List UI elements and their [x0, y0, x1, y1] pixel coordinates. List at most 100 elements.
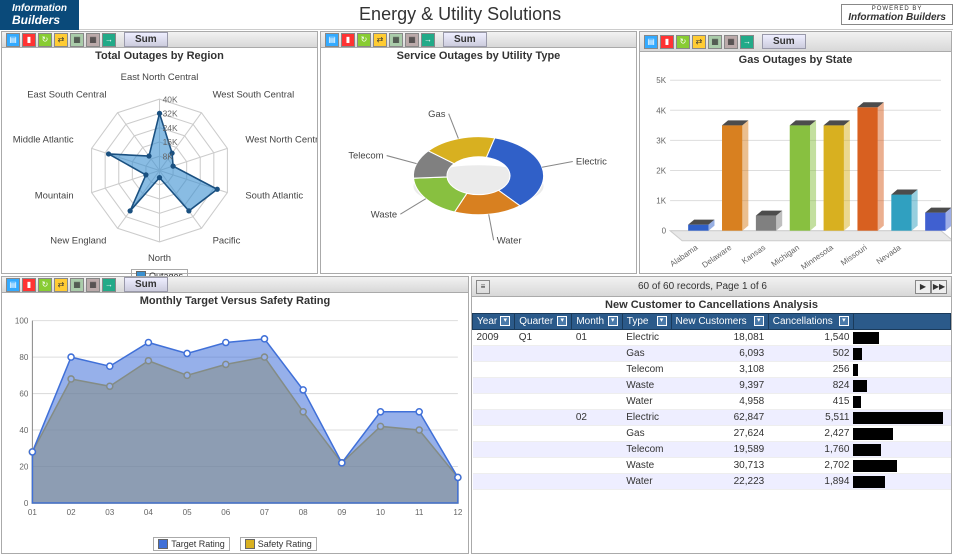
filter-icon[interactable]: ▾ — [839, 316, 849, 326]
svg-text:Nevada: Nevada — [875, 243, 903, 267]
table-row[interactable]: Waste30,7132,702 — [473, 458, 951, 474]
svg-text:West South Central: West South Central — [213, 89, 295, 100]
svg-text:09: 09 — [337, 508, 347, 517]
pager-text: 60 of 60 records, Page 1 of 6 — [490, 281, 915, 292]
column-header[interactable]: Type▾ — [622, 314, 671, 330]
svg-text:40K: 40K — [163, 94, 178, 104]
grid-icon[interactable]: ▦ — [70, 33, 84, 47]
svg-text:0: 0 — [662, 227, 667, 236]
refresh-icon[interactable]: ↻ — [38, 278, 52, 292]
svg-text:Gas: Gas — [428, 109, 446, 120]
grid-icon[interactable]: ▦ — [389, 33, 403, 47]
table-row[interactable]: Water22,2231,894 — [473, 474, 951, 490]
grid2-icon[interactable]: ▦ — [405, 33, 419, 47]
grid-icon[interactable]: ▦ — [70, 278, 84, 292]
grid2-icon[interactable]: ▦ — [86, 278, 100, 292]
powered-brand: Information Builders — [848, 12, 946, 23]
refresh-icon[interactable]: ↻ — [676, 35, 690, 49]
chart-title: Gas Outages by State — [640, 52, 951, 68]
top-row: ▤ ▮ ↻ ⇄ ▦ ▦ → Sum Total Outages by Regio… — [0, 30, 953, 275]
svg-text:02: 02 — [67, 508, 77, 517]
svg-text:Pacific: Pacific — [213, 236, 241, 247]
export-icon[interactable]: → — [421, 33, 435, 47]
refresh-icon[interactable]: ↻ — [38, 33, 52, 47]
svg-text:Waste: Waste — [371, 209, 397, 220]
table-row[interactable]: Gas27,6242,427 — [473, 426, 951, 442]
panel-region-outages: ▤ ▮ ↻ ⇄ ▦ ▦ → Sum Total Outages by Regio… — [1, 31, 318, 274]
panel-toolbar: ▤ ▮ ↻ ⇄ ▦ ▦ → Sum — [640, 32, 951, 52]
aggregate-selector[interactable]: Sum — [762, 34, 806, 49]
bars-icon[interactable]: ▮ — [660, 35, 674, 49]
svg-text:North: North — [148, 253, 171, 264]
table-row[interactable]: 02Electric62,8475,511 — [473, 410, 951, 426]
table-row[interactable]: Telecom19,5891,760 — [473, 442, 951, 458]
next-page-button[interactable]: ▶ — [915, 280, 931, 294]
column-header[interactable]: Year▾ — [473, 314, 515, 330]
aggregate-selector[interactable]: Sum — [443, 32, 487, 47]
swap-icon[interactable]: ⇄ — [54, 33, 68, 47]
table-row[interactable]: Telecom3,108256 — [473, 362, 951, 378]
svg-text:Michigan: Michigan — [770, 243, 801, 269]
svg-text:10: 10 — [376, 508, 386, 517]
bar-chart: 01K2K3K4K5KAlabamaDelawareKansasMichigan… — [640, 68, 951, 273]
aggregate-selector[interactable]: Sum — [124, 32, 168, 47]
column-header[interactable]: New Customers▾ — [671, 314, 768, 330]
swap-icon[interactable]: ⇄ — [373, 33, 387, 47]
chart-icon[interactable]: ▤ — [6, 278, 20, 292]
swap-icon[interactable]: ⇄ — [692, 35, 706, 49]
swap-icon[interactable]: ⇄ — [54, 278, 68, 292]
panel-customer-table: ≡ 60 of 60 records, Page 1 of 6 ▶ ▶▶ New… — [471, 276, 952, 554]
svg-text:07: 07 — [260, 508, 270, 517]
grid-icon[interactable]: ▦ — [708, 35, 722, 49]
panel-toolbar: ▤ ▮ ↻ ⇄ ▦ ▦ → Sum — [321, 32, 636, 48]
svg-text:1K: 1K — [656, 197, 666, 206]
bars-icon[interactable]: ▮ — [341, 33, 355, 47]
export-icon[interactable]: → — [102, 33, 116, 47]
area-legend: Target Rating Safety Rating — [2, 535, 468, 553]
panel-monthly-target: ▤ ▮ ↻ ⇄ ▦ ▦ → Sum Monthly Target Versus … — [1, 276, 469, 554]
svg-text:Mountain: Mountain — [35, 190, 74, 201]
column-header[interactable]: Cancellations▾ — [768, 314, 853, 330]
table-row[interactable]: Gas6,093502 — [473, 346, 951, 362]
svg-text:04: 04 — [144, 508, 154, 517]
powered-by-badge: POWERED BY Information Builders — [841, 4, 953, 26]
grid2-icon[interactable]: ▦ — [86, 33, 100, 47]
column-header[interactable]: Quarter▾ — [515, 314, 572, 330]
legend-item: Safety Rating — [240, 537, 317, 551]
chart-icon[interactable]: ▤ — [6, 33, 20, 47]
bars-icon[interactable]: ▮ — [22, 33, 36, 47]
panel-gas-state: ▤ ▮ ↻ ⇄ ▦ ▦ → Sum Gas Outages by State 0… — [639, 31, 952, 274]
svg-text:0: 0 — [24, 499, 29, 508]
table-row[interactable]: Waste9,397824 — [473, 378, 951, 394]
area-chart: 020406080100010203040506070809101112 — [2, 309, 468, 535]
table-title: New Customer to Cancellations Analysis — [472, 297, 951, 313]
filter-icon[interactable]: ▾ — [557, 316, 567, 326]
chart-icon[interactable]: ▤ — [325, 33, 339, 47]
table-toolbar: ≡ 60 of 60 records, Page 1 of 6 ▶ ▶▶ — [472, 277, 951, 297]
column-header[interactable] — [853, 314, 950, 330]
svg-text:3K: 3K — [656, 136, 666, 145]
last-page-button[interactable]: ▶▶ — [931, 280, 947, 294]
filter-icon[interactable]: ▾ — [754, 316, 764, 326]
table-row[interactable]: Water4,958415 — [473, 394, 951, 410]
svg-text:03: 03 — [105, 508, 115, 517]
aggregate-selector[interactable]: Sum — [124, 277, 168, 292]
filter-icon[interactable]: ▾ — [500, 316, 510, 326]
chart-icon[interactable]: ▤ — [644, 35, 658, 49]
export-icon[interactable]: → — [102, 278, 116, 292]
bars-icon[interactable]: ▮ — [22, 278, 36, 292]
filter-icon[interactable]: ▾ — [608, 316, 618, 326]
filter-icon[interactable]: ▾ — [657, 316, 667, 326]
svg-text:4K: 4K — [656, 106, 666, 115]
column-header[interactable]: Month▾ — [572, 314, 622, 330]
svg-text:Minnesota: Minnesota — [799, 243, 835, 272]
svg-text:South Atlantic: South Atlantic — [245, 190, 303, 201]
table-row[interactable]: 2009Q101Electric18,0811,540 — [473, 330, 951, 346]
svg-text:New England: New England — [50, 236, 106, 247]
refresh-icon[interactable]: ↻ — [357, 33, 371, 47]
svg-text:01: 01 — [28, 508, 38, 517]
svg-text:East South Central: East South Central — [27, 89, 106, 100]
menu-icon[interactable]: ≡ — [476, 280, 490, 294]
grid2-icon[interactable]: ▦ — [724, 35, 738, 49]
export-icon[interactable]: → — [740, 35, 754, 49]
